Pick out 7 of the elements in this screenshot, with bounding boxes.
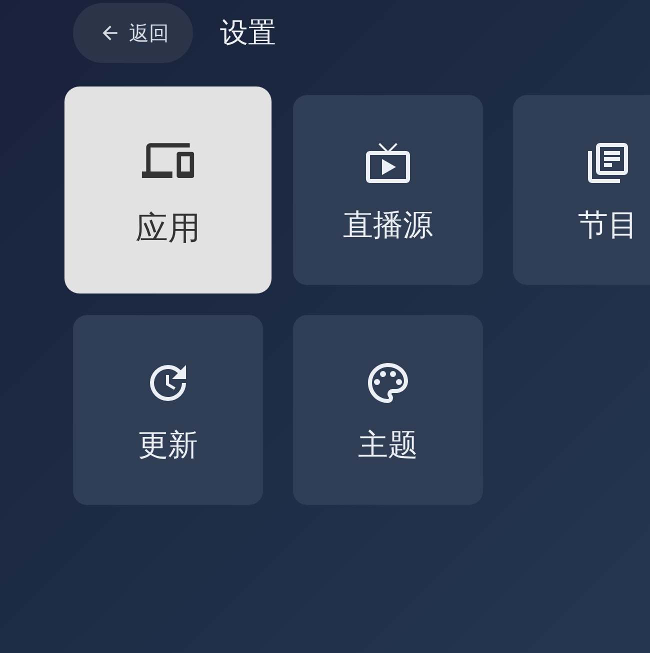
back-button[interactable]: 返回 <box>73 3 193 63</box>
settings-tile[interactable]: 主题 <box>293 315 483 505</box>
settings-tile[interactable]: 节目 <box>513 95 650 285</box>
page-title: 设置 <box>220 15 276 51</box>
settings-tile[interactable]: 应用 <box>64 86 272 294</box>
settings-tile[interactable]: 更新 <box>73 315 263 505</box>
settings-tile[interactable]: 直播源 <box>293 95 483 285</box>
